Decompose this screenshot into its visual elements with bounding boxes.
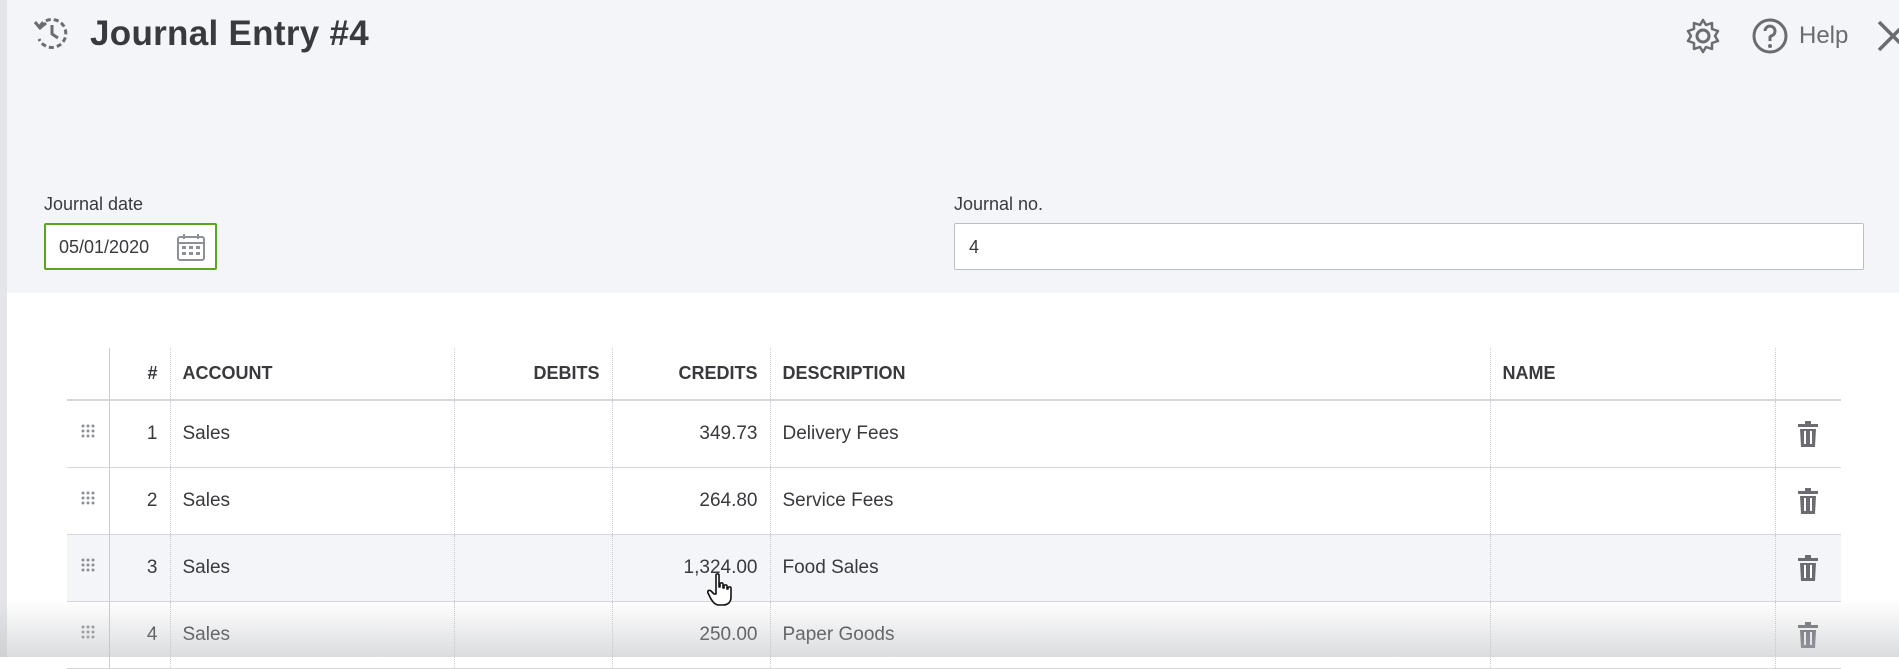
column-header-account: ACCOUNT — [170, 348, 455, 401]
name-cell[interactable] — [1490, 601, 1776, 669]
journal-lines-table: # ACCOUNT DEBITS CREDITS DESCRIPTION NAM… — [67, 348, 1841, 669]
debits-cell[interactable] — [454, 400, 613, 468]
journal-no-field[interactable]: 4 — [954, 223, 1864, 270]
debits-cell[interactable] — [454, 467, 613, 535]
column-header-description: DESCRIPTION — [770, 348, 1491, 401]
table-row[interactable]: 4 Sales 250.00 Paper Goods — [67, 601, 1841, 669]
description-cell[interactable]: Food Sales — [770, 534, 1491, 602]
debits-cell[interactable] — [454, 534, 613, 602]
help-icon[interactable] — [1750, 16, 1790, 56]
trash-icon[interactable] — [1797, 621, 1819, 648]
name-cell[interactable] — [1490, 534, 1776, 602]
column-header-number: # — [109, 348, 171, 401]
drag-handle-icon[interactable] — [80, 490, 96, 506]
table-row[interactable]: 3 Sales 1,324.00 Food Sales — [67, 534, 1841, 602]
name-cell[interactable] — [1490, 400, 1776, 468]
account-cell[interactable]: Sales — [170, 534, 455, 602]
description-cell[interactable]: Service Fees — [770, 467, 1491, 535]
journal-no-label: Journal no. — [954, 194, 1044, 214]
credits-cell[interactable]: 349.73 — [612, 400, 771, 468]
column-header-name: NAME — [1490, 348, 1776, 401]
credits-cell[interactable]: 250.00 — [612, 601, 771, 669]
close-icon[interactable] — [1875, 18, 1899, 54]
trash-icon[interactable] — [1797, 554, 1819, 581]
trash-icon[interactable] — [1797, 420, 1819, 447]
debits-cell[interactable] — [454, 601, 613, 669]
credits-cell[interactable]: 264.80 — [612, 467, 771, 535]
page-title: Journal Entry #4 — [90, 14, 370, 53]
account-cell[interactable]: Sales — [170, 601, 455, 669]
account-cell[interactable]: Sales — [170, 400, 455, 468]
description-cell[interactable]: Delivery Fees — [770, 400, 1491, 468]
journal-date-field[interactable]: 05/01/2020 — [44, 223, 217, 270]
line-number: 2 — [109, 467, 171, 535]
table-header-row: # ACCOUNT DEBITS CREDITS DESCRIPTION NAM… — [67, 348, 1841, 401]
page-header: Journal Entry #4 Help Journal date 05/01… — [7, 0, 1899, 293]
calendar-icon[interactable] — [175, 231, 207, 263]
journal-date-label: Journal date — [44, 194, 144, 214]
drag-handle-icon[interactable] — [80, 423, 96, 439]
history-icon[interactable] — [32, 14, 72, 54]
actions-column-header — [1775, 348, 1841, 401]
line-number: 3 — [109, 534, 171, 602]
table-row[interactable]: 1 Sales 349.73 Delivery Fees — [67, 400, 1841, 468]
account-cell[interactable]: Sales — [170, 467, 455, 535]
journal-date-value: 05/01/2020 — [59, 237, 150, 257]
drag-handle-icon[interactable] — [80, 624, 96, 640]
line-number: 1 — [109, 400, 171, 468]
trash-icon[interactable] — [1797, 487, 1819, 514]
left-edge — [0, 0, 7, 657]
drag-handle-icon[interactable] — [80, 557, 96, 573]
credits-cell[interactable]: 1,324.00 — [612, 534, 771, 602]
description-cell[interactable]: Paper Goods — [770, 601, 1491, 669]
name-cell[interactable] — [1490, 467, 1776, 535]
hand-cursor-icon — [707, 573, 732, 606]
column-header-debits: DEBITS — [454, 348, 613, 401]
journal-no-value: 4 — [969, 237, 980, 257]
line-number: 4 — [109, 601, 171, 669]
gear-icon[interactable] — [1683, 16, 1723, 56]
help-label[interactable]: Help — [1799, 22, 1848, 50]
drag-column-header — [67, 348, 110, 401]
table-row[interactable]: 2 Sales 264.80 Service Fees — [67, 467, 1841, 535]
column-header-credits: CREDITS — [612, 348, 771, 401]
